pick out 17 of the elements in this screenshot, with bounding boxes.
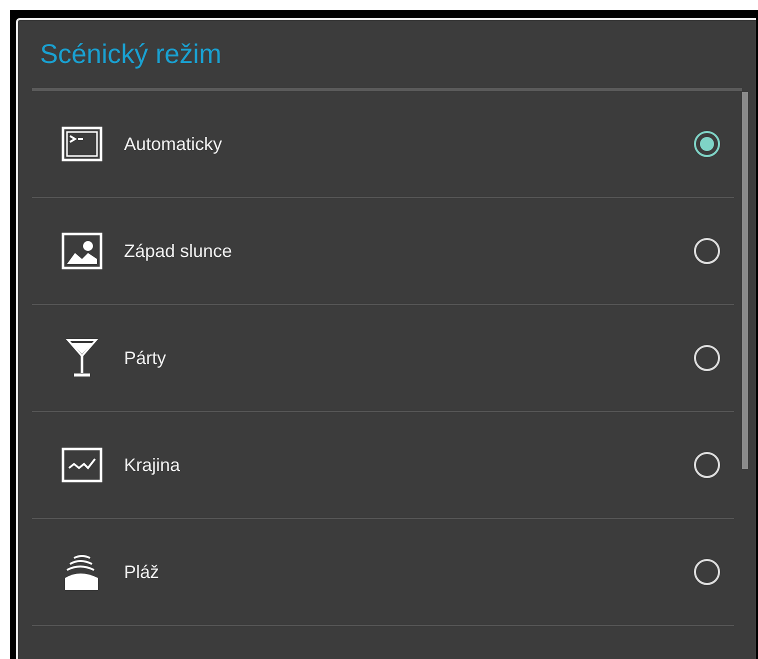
scene-option-row[interactable]: Krajina — [32, 412, 734, 519]
scene-option-row[interactable]: Západ slunce — [32, 198, 734, 305]
option-label: Pláž — [124, 560, 160, 584]
option-label: Krajina — [124, 454, 182, 477]
radio-button[interactable] — [694, 452, 720, 478]
dialog-title: Scénický režim — [39, 38, 223, 71]
radio-button[interactable] — [694, 131, 720, 157]
option-label: Párty — [124, 346, 168, 370]
scrollbar-thumb[interactable] — [742, 92, 748, 469]
scene-option-row[interactable]: Párty — [32, 305, 734, 412]
radio-button[interactable] — [694, 238, 720, 264]
scene-option-row[interactable]: Pláž — [32, 519, 734, 626]
radio-button[interactable] — [694, 559, 720, 585]
radio-button[interactable] — [694, 345, 720, 371]
scene-option-row[interactable]: Automaticky — [32, 91, 734, 198]
option-label: Západ slunce — [124, 240, 234, 263]
option-label: Automaticky — [124, 132, 224, 156]
